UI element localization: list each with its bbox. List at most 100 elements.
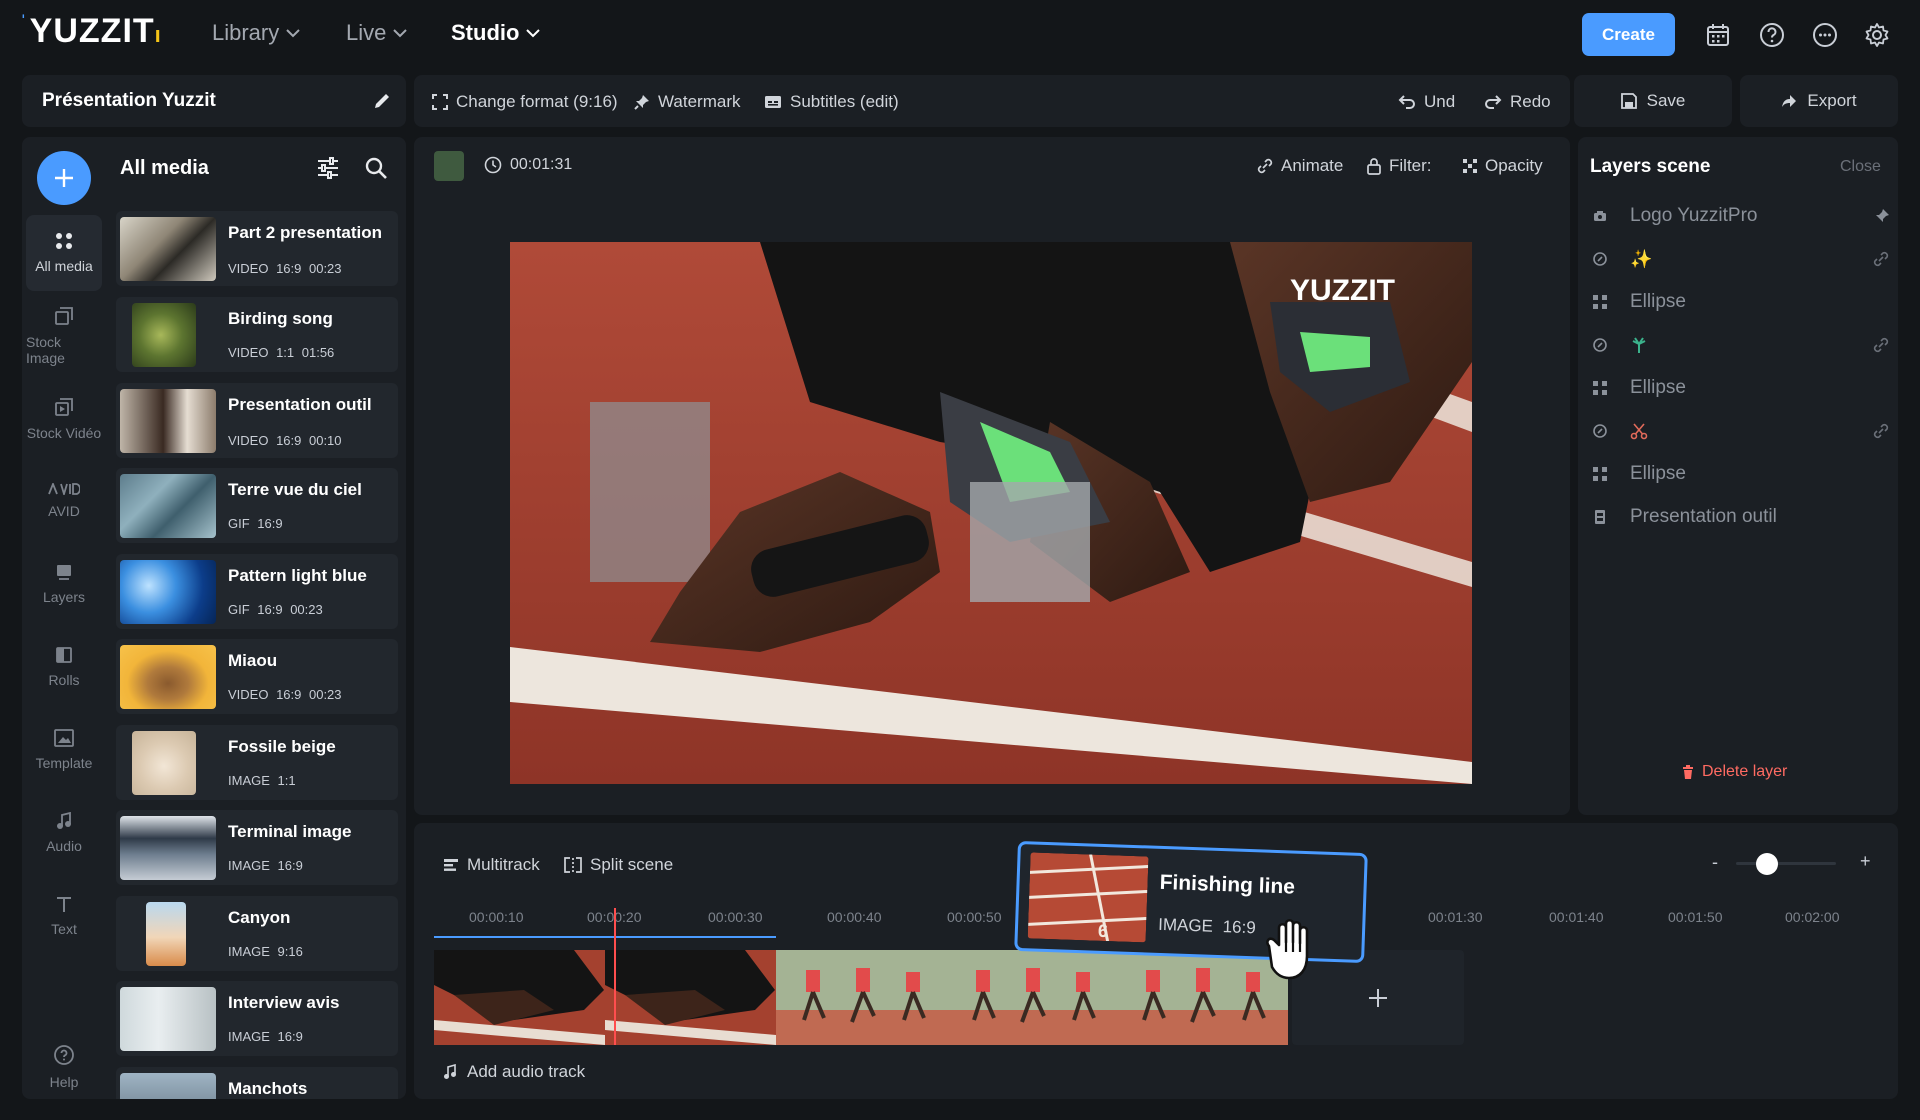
ellipse-icon	[1590, 294, 1610, 310]
clock-icon	[484, 156, 502, 174]
nav-library[interactable]: Library	[212, 20, 301, 46]
text-icon	[55, 895, 73, 913]
media-item[interactable]: Interview avis IMAGE 16:9	[116, 981, 398, 1056]
media-thumbnail	[132, 731, 196, 795]
export-button[interactable]: Export	[1740, 75, 1898, 127]
calendar-icon[interactable]	[1703, 20, 1733, 50]
search-icon[interactable]	[364, 156, 388, 180]
crop-frame-icon	[432, 94, 448, 110]
camera-icon	[1590, 210, 1610, 222]
sidebar-item-audio[interactable]: Audio	[26, 795, 102, 871]
layer-item[interactable]: Presentation outil	[1590, 499, 1890, 535]
avid-icon	[48, 483, 80, 495]
app-logo[interactable]: ˈYUZZITı	[20, 12, 162, 51]
palm-icon	[1630, 336, 1648, 354]
rolls-icon	[55, 646, 73, 664]
redo-button[interactable]: Redo	[1484, 92, 1551, 112]
subtitles-button[interactable]: Subtitles (edit)	[764, 92, 899, 112]
layer-item[interactable]: Ellipse	[1590, 284, 1890, 320]
add-audio-track-button[interactable]: Add audio track	[443, 1062, 585, 1082]
media-item[interactable]: Birding song VIDEO 1:1 01:56	[116, 297, 398, 372]
plus-icon	[1367, 987, 1389, 1009]
link-chain-icon[interactable]	[1872, 336, 1890, 354]
watermark-button[interactable]: Watermark	[634, 92, 741, 112]
stock-video-icon	[54, 397, 74, 417]
ruler-tick: 00:00:40	[827, 909, 882, 925]
layer-item[interactable]	[1590, 327, 1890, 363]
sidebar-item-template[interactable]: Template	[26, 712, 102, 788]
link-chain-icon[interactable]	[1872, 250, 1890, 268]
help-circle-icon[interactable]	[1757, 20, 1787, 50]
opacity-button[interactable]: Opacity	[1462, 156, 1543, 176]
media-item[interactable]: Fossile beige IMAGE 1:1	[116, 725, 398, 800]
multitrack-button[interactable]: Multitrack	[443, 855, 540, 875]
delete-layer-button[interactable]: Delete layer	[1682, 763, 1787, 781]
zoom-slider-handle[interactable]	[1756, 853, 1778, 875]
sidebar-item-all-media[interactable]: All media	[26, 215, 102, 291]
pin-icon[interactable]	[1874, 208, 1890, 224]
ellipse-icon	[1590, 466, 1610, 482]
layer-item[interactable]: Ellipse	[1590, 370, 1890, 406]
zoom-slider-track[interactable]	[1736, 862, 1836, 865]
media-item[interactable]: Terre vue du ciel GIF 16:9	[116, 468, 398, 543]
media-item[interactable]: Presentation outil VIDEO 16:9 00:10	[116, 383, 398, 458]
layer-item[interactable]	[1590, 413, 1890, 449]
sidebar-item-help[interactable]: Help	[26, 1029, 102, 1099]
media-item[interactable]: Part 2 presentation VIDEO 16:9 00:23	[116, 211, 398, 286]
timeline-clip-runners[interactable]	[776, 950, 1288, 1045]
media-item[interactable]: Manchots	[116, 1067, 398, 1099]
scene-duration[interactable]: 00:01:31	[484, 156, 572, 174]
create-button[interactable]: Create	[1582, 13, 1675, 56]
film-icon	[1590, 509, 1610, 525]
media-item[interactable]: Canyon IMAGE 9:16	[116, 896, 398, 971]
subtitles-icon	[764, 95, 782, 109]
ruler-tick: 00:01:50	[1668, 909, 1723, 925]
grab-hand-cursor-icon	[1255, 912, 1331, 988]
save-button[interactable]: Save	[1574, 75, 1732, 127]
sparkle-icon: ✨	[1630, 248, 1653, 269]
sidebar-item-text[interactable]: Text	[26, 878, 102, 954]
nav-live[interactable]: Live	[346, 20, 408, 46]
sidebar-item-stock-image[interactable]: Stock Image	[26, 298, 102, 374]
edit-pencil-icon[interactable]	[372, 91, 392, 111]
sidebar-item-layers[interactable]: Layers	[26, 546, 102, 622]
animate-button[interactable]: Animate	[1256, 156, 1343, 176]
link-chain-icon[interactable]	[1872, 422, 1890, 440]
link-icon	[1590, 251, 1610, 267]
video-preview[interactable]: YUZZIT	[510, 242, 1472, 784]
media-thumbnail	[120, 474, 216, 538]
chat-icon[interactable]	[1810, 20, 1840, 50]
undo-button[interactable]: Und	[1398, 92, 1455, 112]
nav-studio[interactable]: Studio	[451, 20, 541, 46]
link-icon	[1590, 423, 1610, 439]
media-thumbnail	[120, 217, 216, 281]
media-item[interactable]: Pattern light blue GIF 16:9 00:23	[116, 554, 398, 629]
scene-progress-line	[434, 936, 776, 938]
background-color-swatch[interactable]	[434, 151, 464, 181]
share-arrow-icon	[1781, 93, 1797, 109]
playhead[interactable]	[614, 908, 616, 1045]
sidebar-item-stock-video[interactable]: Stock Vidéo	[26, 381, 102, 457]
settings-gear-icon[interactable]	[1862, 20, 1892, 50]
save-disk-icon	[1620, 93, 1637, 109]
change-format-button[interactable]: Change format (9:16)	[432, 92, 618, 112]
split-scene-button[interactable]: Split scene	[564, 855, 673, 875]
media-item[interactable]: Terminal image IMAGE 16:9	[116, 810, 398, 885]
layer-item[interactable]: Logo YuzzitPro	[1590, 198, 1890, 234]
media-item[interactable]: Miaou VIDEO 16:9 00:23	[116, 639, 398, 714]
layer-item[interactable]: ✨	[1590, 241, 1890, 277]
opacity-checker-icon	[1462, 158, 1478, 174]
filter-sliders-icon[interactable]	[316, 157, 340, 179]
sidebar-item-avid[interactable]: AVID	[26, 463, 102, 539]
trash-icon	[1682, 765, 1694, 779]
layer-item[interactable]: Ellipse	[1590, 456, 1890, 492]
close-layers-button[interactable]: Close	[1840, 158, 1881, 176]
zoom-in-button[interactable]: +	[1860, 851, 1871, 872]
add-media-button[interactable]	[37, 151, 91, 205]
ellipse-icon	[1590, 380, 1610, 396]
timeline-clip-sprinter[interactable]	[434, 950, 776, 1045]
filter-button[interactable]: Filter:	[1366, 156, 1432, 176]
sidebar-item-rolls[interactable]: Rolls	[26, 629, 102, 705]
zoom-out-button[interactable]: -	[1712, 852, 1718, 873]
media-thumbnail	[132, 303, 196, 367]
